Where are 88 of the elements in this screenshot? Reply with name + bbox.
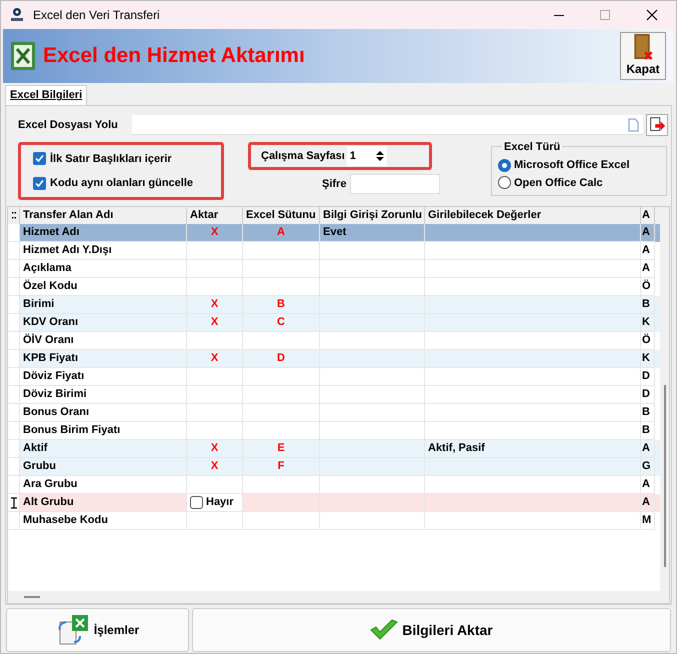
table-row[interactable]: KPB Fiyatı X D K (8, 350, 660, 368)
checkbox-label: İlk Satır Başlıkları içerir (50, 152, 172, 166)
file-icon (628, 118, 639, 132)
table-cell-text: Birimi (23, 297, 54, 312)
table-row[interactable]: Birimi X B B (8, 296, 660, 314)
table-cell-text: X (210, 441, 218, 456)
door-icon (632, 33, 654, 60)
checkbox[interactable] (33, 152, 46, 166)
radio-button[interactable] (498, 158, 511, 172)
table-cell-text: ÖİV Oranı (23, 332, 74, 348)
table-cell-text: X (210, 351, 218, 366)
table-cell-text: M (642, 513, 652, 528)
table-cell-text: D (642, 387, 650, 402)
checkbox[interactable] (190, 496, 203, 509)
table-cell-text: Döviz Birimi (23, 387, 87, 402)
checkbox-label: Kodu aynı olanları güncelle (50, 176, 194, 191)
scrollbar-thumb[interactable] (664, 385, 666, 567)
table-row[interactable]: Grubu X F G (8, 458, 660, 476)
checkmark-icon (370, 619, 398, 641)
minimize-icon[interactable] (554, 14, 564, 16)
app-icon (9, 7, 25, 23)
table-cell-text: A (277, 225, 285, 240)
table-cell-text: E (277, 441, 285, 456)
table-cell-text: Aktif (23, 441, 48, 456)
operations-button[interactable]: İşlemler (6, 608, 189, 652)
table-cell-text: Evet (323, 225, 346, 240)
table-cell-text: Ö (642, 332, 651, 348)
table-cell-text: Ö (642, 278, 651, 294)
table-cell-text: A (642, 243, 650, 258)
document-sync-icon (56, 614, 90, 646)
tab[interactable]: Excel Bilgileri (5, 85, 88, 105)
table-cell-text: C (277, 315, 285, 330)
password-field[interactable] (350, 174, 440, 194)
radio-label: Microsoft Office Excel (514, 158, 630, 173)
table-cell-text: X (210, 297, 218, 312)
table-cell-text: G (642, 459, 651, 474)
table-cell-text: KDV Oranı (23, 315, 78, 330)
close-icon[interactable] (646, 9, 658, 21)
radio-button[interactable] (498, 176, 511, 190)
import-icon[interactable] (646, 114, 668, 136)
table-row[interactable]: Aktif X E Aktif, Pasif A (8, 440, 660, 458)
table-cell-text: Açıklama (23, 261, 72, 276)
table-cell-text: B (277, 297, 285, 312)
table-cell-text: Grubu (23, 459, 56, 474)
window-title: Excel den Veri Transferi (33, 7, 160, 24)
table-cell-text: Döviz Fiyatı (23, 369, 84, 384)
table-cell-text: Muhasebe Kodu (23, 513, 108, 528)
field-label: Şifre (322, 176, 346, 192)
table-cell-text: A (642, 441, 650, 456)
table-cell-text: A (642, 261, 650, 276)
table-cell-text: K (642, 315, 650, 330)
checkbox[interactable] (33, 176, 46, 190)
table-cell-text: Bonus Birim Fiyatı (23, 423, 120, 438)
table-cell-text: Aktif, Pasif (428, 441, 485, 456)
table-cell-text: K (642, 351, 650, 366)
close-button[interactable]: Kapat (620, 32, 666, 80)
table-row[interactable]: Hizmet Adı X A Evet A (8, 224, 660, 242)
table-cell-text: Ara Grubu (23, 477, 78, 492)
table-cell-text: Özel Kodu (23, 278, 78, 294)
transfer-button[interactable]: Bilgileri Aktar (192, 608, 671, 652)
table-cell-text: D (642, 369, 650, 384)
table-cell-text: Alt Grubu (23, 495, 74, 510)
table-row[interactable]: Alt Grubu Hayır A (8, 494, 660, 512)
table-cell-text: A (642, 477, 650, 492)
table-cell-text: B (642, 423, 650, 438)
field-label: Excel Dosyası Yolu (18, 118, 119, 133)
sheet-spinner[interactable]: 1 (346, 146, 387, 166)
table-cell-text: KPB Fiyatı (23, 351, 78, 366)
table-cell-text: A (642, 225, 650, 240)
table-cell-text: D (277, 351, 285, 366)
table-cell-text: Hizmet Adı Y.Dışı (23, 243, 112, 258)
scrollbar-thumb[interactable] (24, 596, 40, 598)
table-cell-text: Hizmet Adı (23, 225, 80, 240)
checkbox-label: Hayır (206, 495, 234, 510)
header-title: Excel den Hizmet Aktarımı (43, 43, 305, 70)
table-cell-text: X (210, 459, 218, 474)
table-cell-text: X (210, 225, 218, 240)
grip-icon (12, 212, 16, 219)
table-cell-text: Bonus Oranı (23, 405, 90, 420)
field-label: Çalışma Sayfası (261, 148, 345, 164)
file-path-field[interactable] (132, 115, 643, 135)
table-cell-text: X (210, 315, 218, 330)
table-row[interactable]: KDV Oranı X C K (8, 314, 660, 332)
radio-label: Open Office Calc (514, 176, 603, 190)
table-cell-text: A (642, 495, 650, 510)
table-cell-text: B (642, 405, 650, 420)
table-cell-text: F (278, 459, 284, 474)
table-cell-text: B (642, 297, 650, 312)
